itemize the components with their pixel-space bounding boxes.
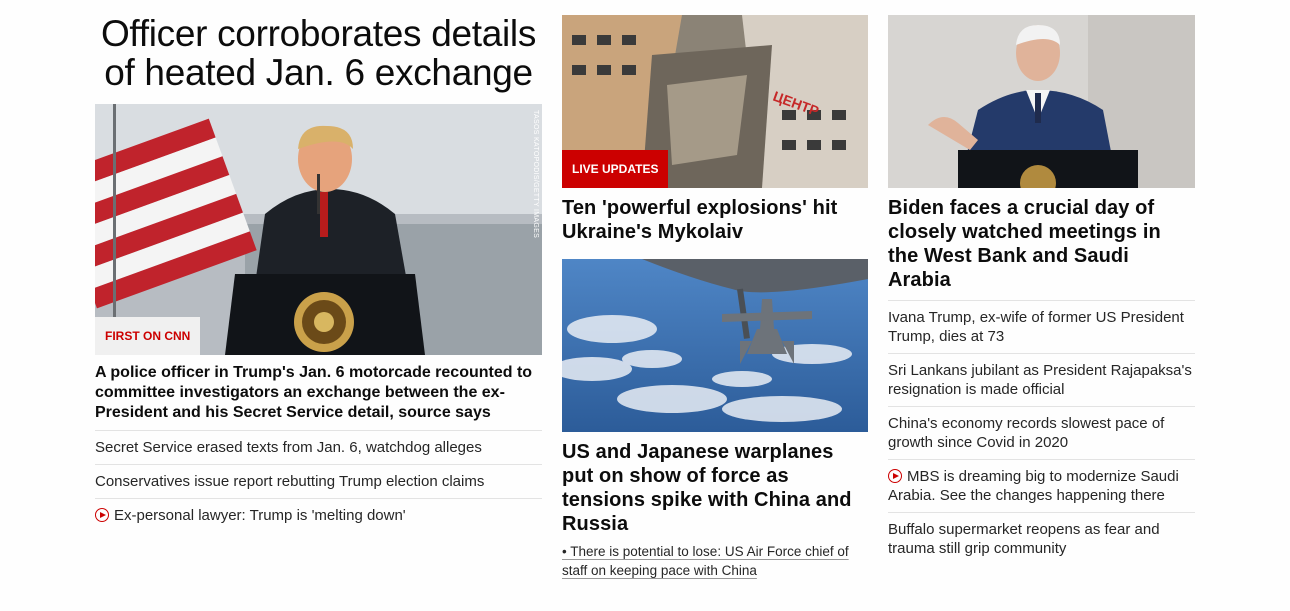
list-item-text: Buffalo supermarket reopens as fear and … — [888, 521, 1160, 557]
list-item-text: Ivana Trump, ex-wife of former US Presid… — [888, 309, 1184, 345]
list-item-text: Ex-personal lawyer: Trump is 'melting do… — [114, 507, 406, 524]
warplanes-headline[interactable]: US and Japanese warplanes put on show of… — [562, 440, 868, 536]
banner-headline[interactable]: Officer corroborates details of heated J… — [95, 14, 542, 92]
live-updates-badge: LIVE UPDATES — [562, 150, 669, 188]
lead-story-link[interactable]: A police officer in Trump's Jan. 6 motor… — [95, 363, 542, 431]
related-list: Secret Service erased texts from Jan. 6,… — [95, 431, 542, 532]
first-on-cnn-badge: FIRST ON CNN — [95, 317, 201, 355]
list-item-text: Conservatives issue report rebutting Tru… — [95, 473, 485, 490]
lead-column: Officer corroborates details of heated J… — [95, 0, 542, 532]
list-item[interactable]: Sri Lankans jubilant as President Rajapa… — [888, 354, 1195, 407]
ukraine-headline[interactable]: Ten 'powerful explosions' hit Ukraine's … — [562, 196, 868, 244]
list-item-text: China's economy records slowest pace of … — [888, 415, 1165, 451]
right-related-list: Ivana Trump, ex-wife of former US Presid… — [888, 300, 1195, 565]
warplanes-image[interactable] — [562, 259, 868, 432]
ukraine-image[interactable]: ЦЕНТР LIVE UPDATES — [562, 15, 868, 188]
list-item[interactable]: Buffalo supermarket reopens as fear and … — [888, 513, 1195, 565]
photo-credit: TASOS KATOPODIS/GETTY IMAGES — [532, 110, 539, 239]
biden-photo — [888, 15, 1195, 188]
middle-column: ЦЕНТР LIVE UPDATES Ten 'powerful explosi… — [562, 0, 868, 580]
list-item[interactable]: MBS is dreaming big to modernize Saudi A… — [888, 460, 1195, 513]
list-item-text: Secret Service erased texts from Jan. 6,… — [95, 439, 482, 456]
play-video-icon — [888, 469, 902, 483]
right-column: Biden faces a crucial day of closely wat… — [888, 0, 1195, 565]
air-force-sublink[interactable]: • There is potential to lose: US Air For… — [562, 542, 868, 580]
list-item-text: Sri Lankans jubilant as President Rajapa… — [888, 362, 1192, 398]
list-item-text: MBS is dreaming big to modernize Saudi A… — [888, 468, 1179, 504]
biden-image[interactable] — [888, 15, 1195, 188]
list-item[interactable]: Ex-personal lawyer: Trump is 'melting do… — [95, 499, 542, 532]
list-item[interactable]: Ivana Trump, ex-wife of former US Presid… — [888, 301, 1195, 354]
warplanes-photo — [562, 259, 868, 432]
play-video-icon — [95, 508, 109, 522]
hero-image[interactable]: TASOS KATOPODIS/GETTY IMAGES FIRST ON CN… — [95, 104, 542, 355]
list-item[interactable]: Secret Service erased texts from Jan. 6,… — [95, 431, 542, 465]
list-item[interactable]: Conservatives issue report rebutting Tru… — [95, 465, 542, 499]
list-item[interactable]: China's economy records slowest pace of … — [888, 407, 1195, 460]
biden-headline[interactable]: Biden faces a crucial day of closely wat… — [888, 196, 1195, 292]
